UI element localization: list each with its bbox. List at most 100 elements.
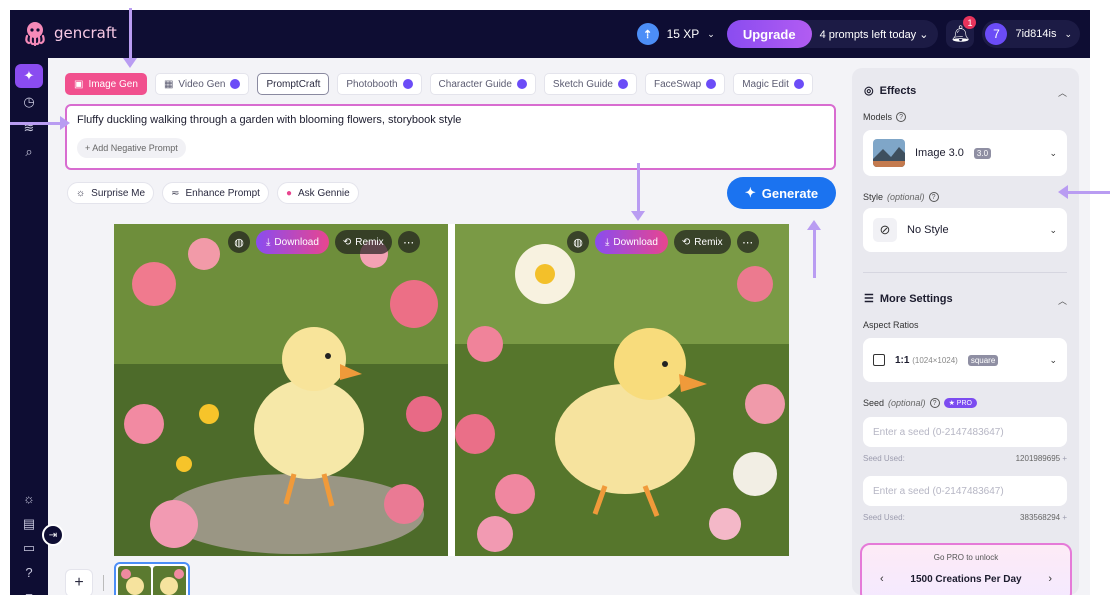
aspect-label: Aspect Ratios <box>863 320 919 330</box>
tab-character-guide[interactable]: Character Guide <box>429 73 536 95</box>
seed-used-value[interactable]: 1201989695 <box>1016 454 1061 463</box>
tab-photobooth[interactable]: Photobooth <box>337 73 422 95</box>
history-icon[interactable]: ◷ <box>15 90 43 114</box>
annotation-arrow-head <box>1058 185 1068 199</box>
action-label: Enhance Prompt <box>185 187 260 199</box>
pro-icon <box>706 79 717 89</box>
username: 7id814is <box>1015 28 1057 40</box>
chevron-up-icon[interactable]: ︿ <box>1058 294 1067 307</box>
globe-icon[interactable]: ◍ <box>567 231 589 253</box>
seed-used-label: Seed Used: <box>863 513 905 522</box>
theme-sun-icon[interactable]: ☼ <box>15 486 43 510</box>
chevron-down-icon: ⌄ <box>1049 147 1057 158</box>
tab-label: Magic Edit <box>742 78 789 90</box>
model-select[interactable]: Image 3.0 3.0 ⌄ <box>863 130 1067 176</box>
layers-icon[interactable]: ≋ <box>15 116 43 140</box>
pro-icon <box>402 79 413 89</box>
label-text: Style <box>863 192 884 202</box>
pro-badge: ★ PRO <box>943 398 977 408</box>
notifications-button[interactable]: 🔔︎ 1 <box>946 16 977 48</box>
new-generation-button[interactable]: + <box>65 568 93 595</box>
aspect-ratio-select[interactable]: 1:1 (1024×1024) square ⌄ <box>863 338 1067 382</box>
prompt-input[interactable]: Fluffy duckling walking through a garden… <box>65 104 836 170</box>
optional-label: (optional) <box>887 192 925 202</box>
ask-gennie-button[interactable]: ● Ask Gennie <box>276 182 359 204</box>
xp-counter[interactable]: ⇡ 15 XP ⌄ <box>633 23 719 45</box>
remix-label: Remix <box>355 236 384 248</box>
divider <box>863 272 1067 273</box>
more-settings-header[interactable]: ☰ More Settings <box>864 292 953 306</box>
prompts-left-dropdown[interactable]: 4 prompts left today ⌄ <box>812 28 929 41</box>
remix-button[interactable]: ⟲ Remix <box>673 230 731 254</box>
tab-magic-edit[interactable]: Magic Edit <box>733 73 813 95</box>
top-bar: gencraft ⇡ 15 XP ⌄ Upgrade 4 prompts lef… <box>10 10 1090 58</box>
tab-video-gen[interactable]: ▦ Video Gen <box>154 73 250 95</box>
generated-image-2[interactable]: ◍ ⤓ Download ⟲ Remix ⋯ <box>455 224 789 556</box>
xp-label: 15 XP <box>666 27 700 41</box>
menu-icon[interactable]: ≡ <box>15 584 43 595</box>
thumbnail[interactable] <box>153 566 186 595</box>
style-value: No Style <box>907 224 949 236</box>
help-icon[interactable]: ? <box>15 560 43 584</box>
help-icon[interactable]: ? <box>928 192 939 202</box>
tab-label: PromptCraft <box>266 78 321 90</box>
expand-sidebar-button[interactable]: ⇥ <box>42 524 64 546</box>
surprise-me-button[interactable]: ☼ Surprise Me <box>67 182 155 204</box>
thumbnail-strip[interactable] <box>114 562 190 595</box>
thumbnail[interactable] <box>118 566 151 595</box>
aspect-value: 1:1 <box>895 354 910 366</box>
action-label: Ask Gennie <box>298 187 350 199</box>
chevron-down-icon: ⌄ <box>1064 28 1072 39</box>
more-options-icon[interactable]: ⋯ <box>736 231 759 253</box>
remix-button[interactable]: ⟲ Remix <box>334 230 392 254</box>
book-icon[interactable]: ▤ <box>15 512 43 536</box>
more-options-icon[interactable]: ⋯ <box>397 231 420 253</box>
model-version-tag: 3.0 <box>973 147 992 159</box>
logo[interactable]: gencraft <box>22 20 117 47</box>
create-sparkle-icon[interactable]: ✦ <box>15 64 43 88</box>
generate-label: Generate <box>761 185 819 201</box>
plus-icon[interactable]: + <box>1062 454 1067 463</box>
prompt-text[interactable]: Fluffy duckling walking through a garden… <box>77 114 461 126</box>
download-button[interactable]: ⤓ Download <box>256 230 329 254</box>
download-button[interactable]: ⤓ Download <box>595 230 668 254</box>
seed-input-1[interactable]: Enter a seed (0-2147483647) <box>863 417 1067 447</box>
generate-button[interactable]: ✦ Generate <box>727 177 836 209</box>
upgrade-button[interactable]: Upgrade <box>726 20 812 48</box>
annotation-arrow <box>813 230 816 278</box>
pro-icon <box>230 79 241 89</box>
seed-input-2[interactable]: Enter a seed (0-2147483647) <box>863 476 1067 506</box>
section-title: Effects <box>879 84 917 97</box>
tab-sketch-guide[interactable]: Sketch Guide <box>543 73 637 95</box>
add-negative-prompt-button[interactable]: + Add Negative Prompt <box>77 138 186 158</box>
tab-image-gen[interactable]: ▣ Image Gen <box>65 73 147 95</box>
download-label: Download <box>274 236 319 248</box>
plus-icon[interactable]: + <box>1062 513 1067 522</box>
tab-promptcraft[interactable]: PromptCraft <box>257 73 330 95</box>
label-text: Seed <box>863 398 885 408</box>
chevron-down-icon: ⌄ <box>707 28 715 39</box>
style-select[interactable]: ⊘ No Style ⌄ <box>863 208 1067 252</box>
divider <box>103 574 104 591</box>
go-pro-card[interactable]: Go PRO to unlock ‹ 1500 Creations Per Da… <box>860 543 1072 595</box>
pro-icon <box>516 79 527 89</box>
chat-icon[interactable]: ▭ <box>15 536 43 560</box>
chevron-up-icon[interactable]: ︿ <box>1058 86 1067 99</box>
effects-header[interactable]: ◎ Effects <box>864 84 917 98</box>
chevron-down-icon: ⌄ <box>1049 224 1057 235</box>
globe-icon[interactable]: ◍ <box>228 231 250 253</box>
pro-card-feature: 1500 Creations Per Day <box>910 574 1022 585</box>
logo-text: gencraft <box>54 24 117 42</box>
enhance-prompt-button[interactable]: ≂ Enhance Prompt <box>162 182 269 204</box>
lightbulb-icon: ☼ <box>76 187 86 199</box>
help-icon[interactable]: ? <box>896 112 907 122</box>
annotation-arrow-head <box>807 220 821 230</box>
tab-faceswap[interactable]: FaceSwap <box>644 73 726 95</box>
search-icon[interactable]: ⌕ <box>15 140 43 164</box>
help-icon[interactable]: ? <box>929 398 940 408</box>
generated-image-1[interactable]: ◍ ⤓ Download ⟲ Remix ⋯ <box>114 224 448 556</box>
user-menu[interactable]: 7 7id814is ⌄ <box>982 20 1080 48</box>
chevron-right-icon[interactable]: › <box>1048 573 1052 585</box>
sliders-icon: ☰ <box>864 293 874 305</box>
seed-used-value[interactable]: 383568294 <box>1020 513 1060 522</box>
